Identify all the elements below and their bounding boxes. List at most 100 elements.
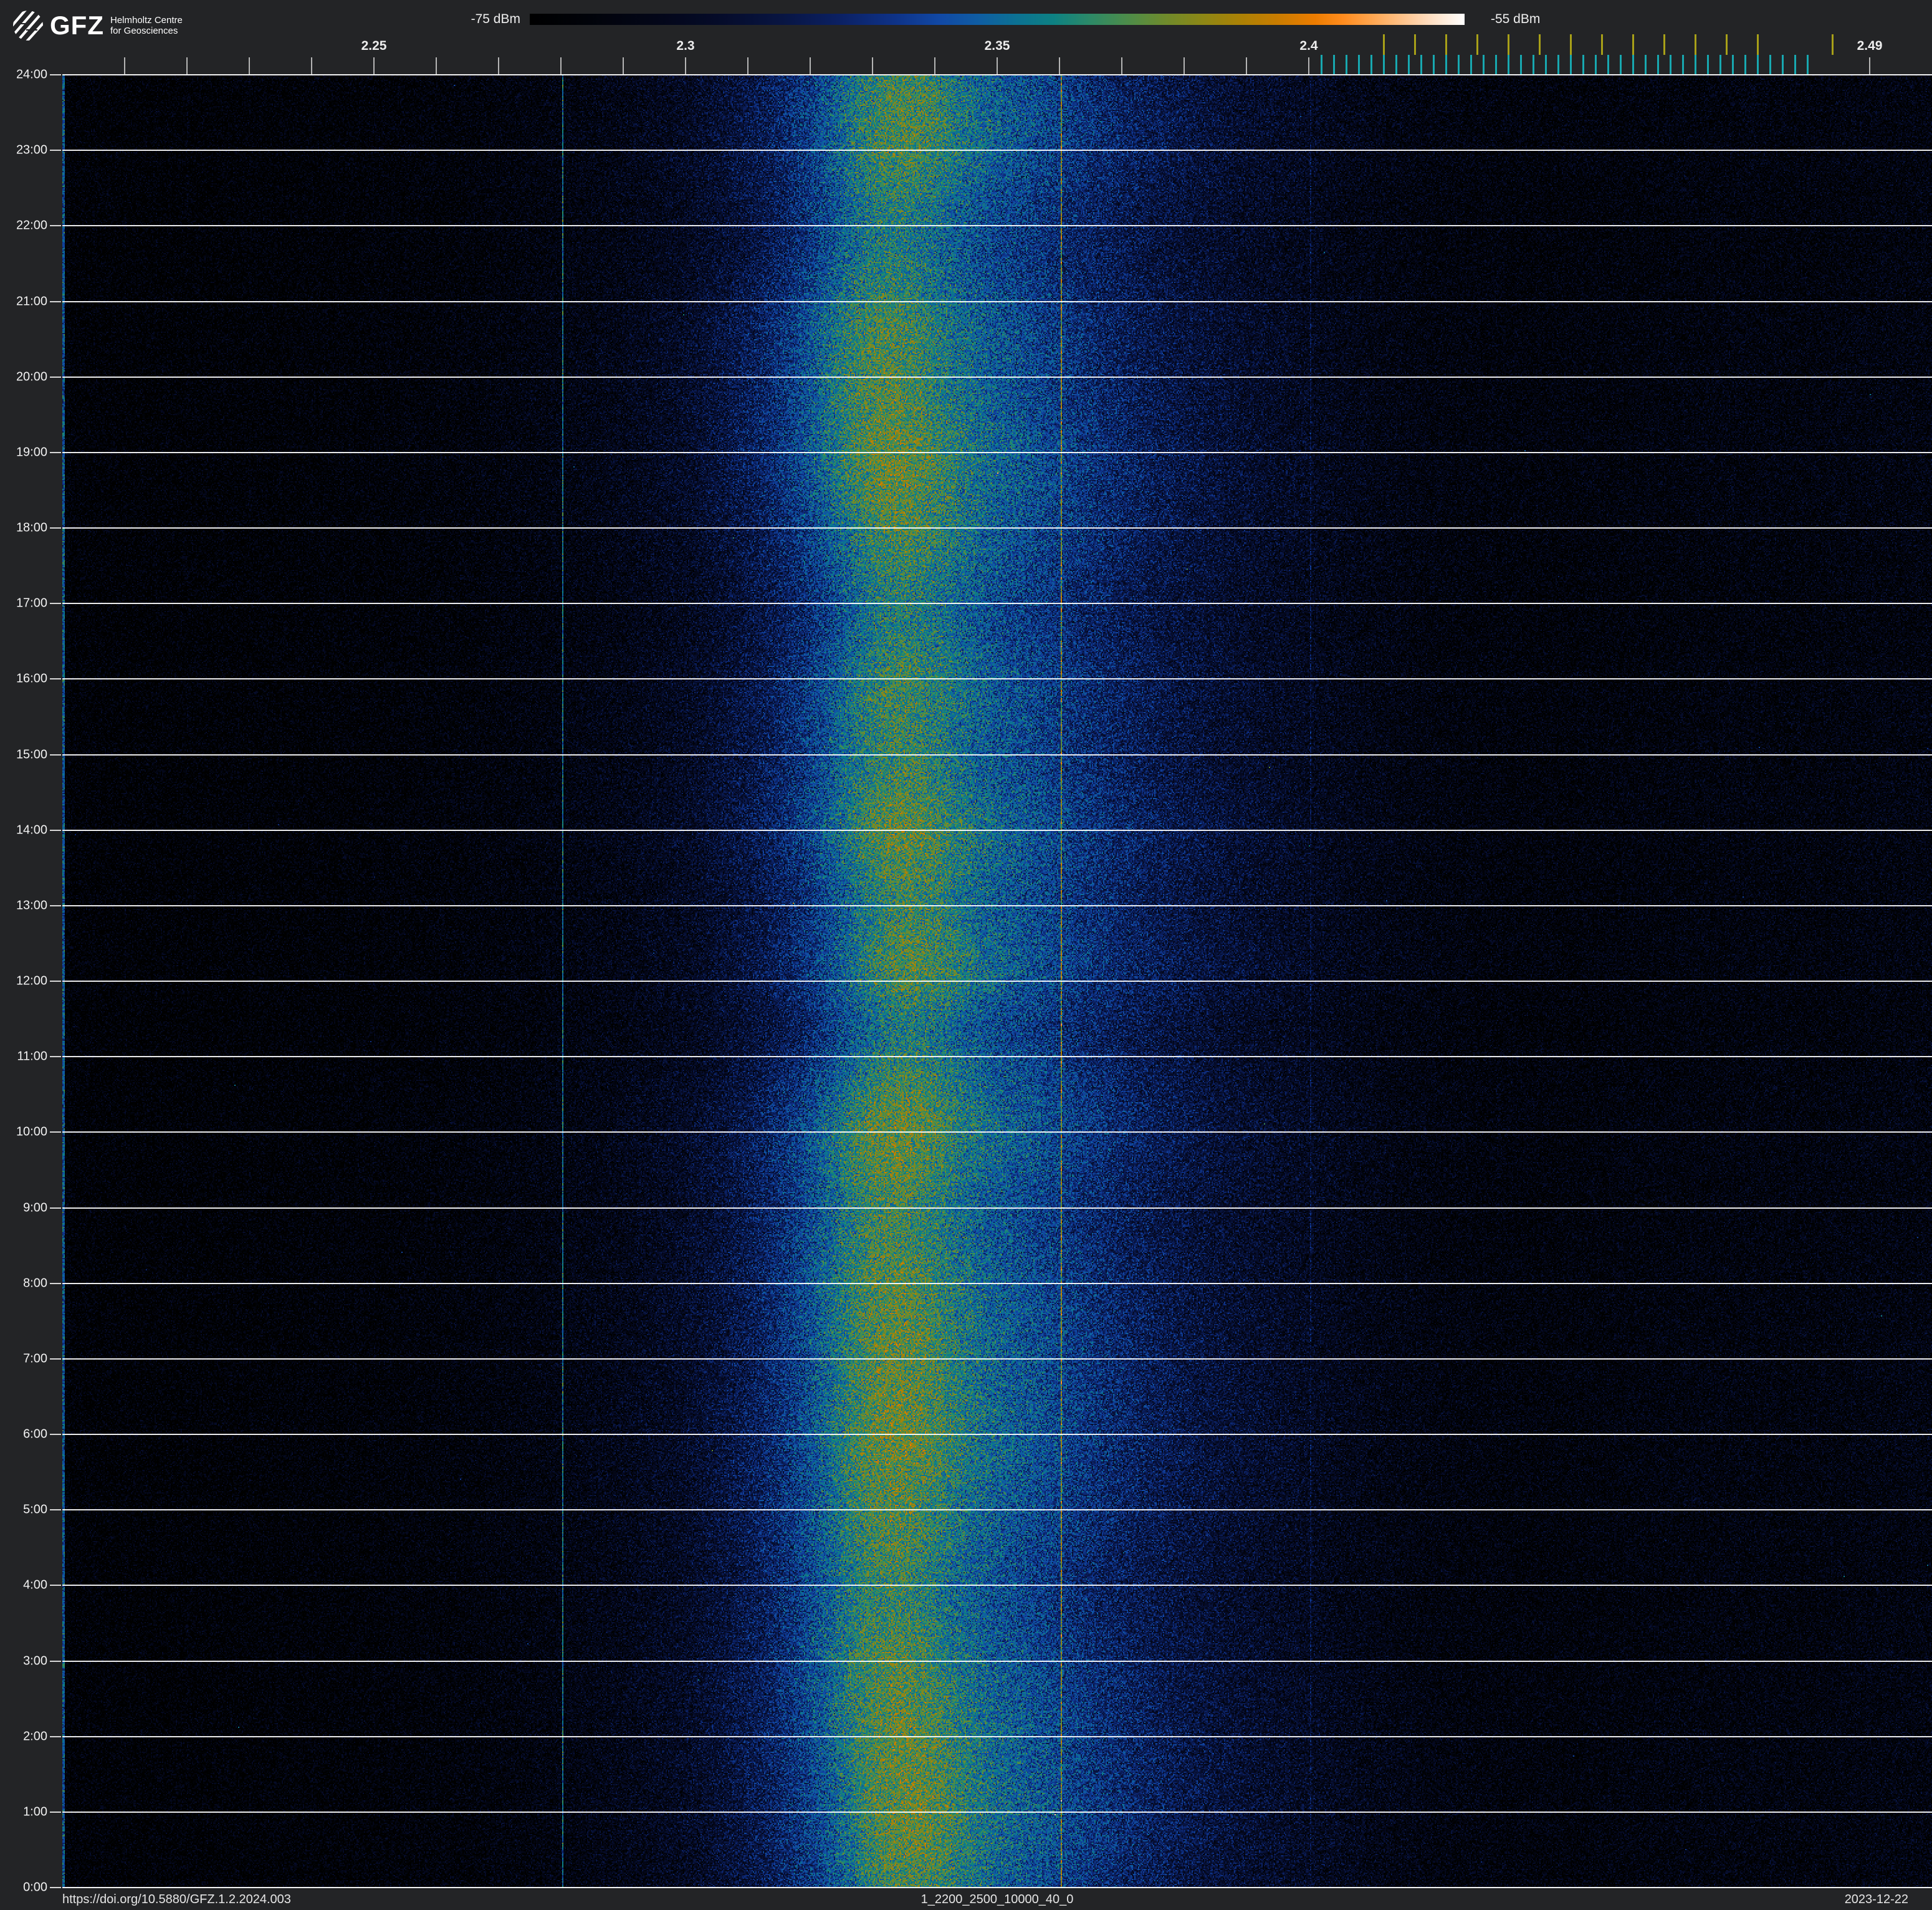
hour-gridline: [62, 754, 1932, 756]
freq-minor-tick: [685, 57, 686, 74]
channel-tick-cyan: [1557, 55, 1559, 74]
time-tick-label: 1:00: [23, 1805, 47, 1819]
channel-tick-cyan: [1395, 55, 1397, 74]
hour-gridline: [62, 981, 1932, 982]
freq-minor-tick: [373, 57, 375, 74]
colorbar-gradient: [530, 14, 1465, 25]
channel-tick-yellow: [1476, 34, 1478, 55]
hour-gridline: [62, 829, 1932, 831]
gfz-logo-mark: [13, 11, 43, 41]
time-tick-label: 23:00: [16, 143, 47, 157]
channel-tick-cyan: [1483, 55, 1485, 74]
tagline-line1: Helmholtz Centre: [110, 15, 183, 26]
channel-tick-cyan: [1807, 55, 1809, 74]
freq-minor-tick: [747, 57, 748, 74]
gfz-logo: GFZ Helmholtz Centre for Geosciences: [12, 10, 183, 41]
channel-tick-cyan: [1333, 55, 1335, 74]
channel-tick-cyan: [1744, 55, 1746, 74]
time-tick-label: 7:00: [23, 1351, 47, 1366]
time-tick-label: 21:00: [16, 294, 47, 308]
channel-tick-yellow: [1632, 34, 1634, 55]
time-tick-dash: [50, 678, 61, 680]
channel-tick-cyan: [1607, 55, 1609, 74]
gfz-logo-tagline: Helmholtz Centre for Geosciences: [110, 15, 183, 36]
channel-tick-cyan: [1570, 55, 1572, 74]
channel-tick-cyan: [1346, 55, 1347, 74]
channel-tick-cyan: [1370, 55, 1372, 74]
hour-gridline: [62, 1811, 1932, 1813]
date-label: 2023-12-22: [1844, 1893, 1908, 1906]
channel-tick-yellow: [1757, 34, 1759, 55]
freq-minor-tick: [997, 57, 998, 74]
channel-tick-cyan: [1358, 55, 1360, 74]
hour-gridline: [62, 1509, 1932, 1511]
channel-tick-yellow: [1726, 34, 1728, 55]
time-tick-label: 12:00: [16, 974, 47, 988]
channel-tick-cyan: [1670, 55, 1671, 74]
channel-tick-cyan: [1657, 55, 1659, 74]
time-tick-label: 16:00: [16, 671, 47, 686]
time-tick-dash: [50, 376, 61, 378]
freq-minor-tick: [124, 57, 125, 74]
hour-gridline: [62, 451, 1932, 453]
freq-tick-label: 2.4: [1299, 39, 1318, 53]
time-tick-label: 18:00: [16, 521, 47, 535]
channel-tick-yellow: [1832, 34, 1834, 55]
channel-tick-cyan: [1707, 55, 1709, 74]
hour-gridline: [62, 1585, 1932, 1586]
colorbar-max-label: -55 dBm: [1491, 12, 1541, 26]
channel-tick-cyan: [1508, 55, 1509, 74]
time-tick-label: 17:00: [16, 596, 47, 610]
time-tick-dash: [50, 1358, 61, 1360]
channel-tick-cyan: [1782, 55, 1784, 74]
time-tick-dash: [50, 981, 61, 982]
channel-tick-cyan: [1533, 55, 1534, 74]
plot-bottom-axis-line: [62, 1887, 1932, 1888]
freq-tick-label: 2.35: [984, 39, 1010, 53]
time-tick-label: 10:00: [16, 1125, 47, 1139]
channel-tick-cyan: [1545, 55, 1547, 74]
freq-minor-tick: [623, 57, 624, 74]
freq-minor-tick: [1869, 57, 1870, 74]
channel-tick-cyan: [1794, 55, 1796, 74]
freq-minor-tick: [560, 57, 562, 74]
time-tick-dash: [50, 1056, 61, 1058]
time-tick-dash: [50, 829, 61, 831]
time-tick-dash: [50, 1735, 61, 1737]
hour-gridline: [62, 1735, 1932, 1737]
time-tick-label: 6:00: [23, 1427, 47, 1441]
time-tick-label: 3:00: [23, 1654, 47, 1668]
time-tick-dash: [50, 1660, 61, 1662]
time-tick-dash: [50, 1131, 61, 1133]
time-tick-label: 5:00: [23, 1502, 47, 1517]
time-tick-label: 14:00: [16, 823, 47, 837]
time-tick-dash: [50, 1282, 61, 1284]
channel-tick-cyan: [1420, 55, 1422, 74]
hour-gridline: [62, 1660, 1932, 1662]
time-tick-dash: [50, 1434, 61, 1435]
time-tick-dash: [50, 74, 61, 75]
channel-tick-yellow: [1508, 34, 1509, 55]
freq-minor-tick: [934, 57, 935, 74]
time-tick-dash: [50, 225, 61, 227]
freq-minor-tick: [436, 57, 437, 74]
channel-tick-yellow: [1539, 34, 1541, 55]
channel-tick-cyan: [1620, 55, 1622, 74]
time-tick-dash: [50, 603, 61, 605]
colorbar-min-label: -75 dBm: [471, 12, 520, 26]
dataset-id-label: 1_2200_2500_10000_40_0: [921, 1893, 1074, 1906]
channel-tick-cyan: [1682, 55, 1684, 74]
hour-gridline: [62, 1056, 1932, 1058]
freq-tick-label: 2.49: [1857, 39, 1883, 53]
channel-tick-cyan: [1383, 55, 1385, 74]
time-tick-dash: [50, 1585, 61, 1586]
channel-tick-cyan: [1458, 55, 1460, 74]
hour-gridline: [62, 1434, 1932, 1435]
channel-tick-cyan: [1719, 55, 1721, 74]
time-tick-label: 15:00: [16, 747, 47, 761]
channel-tick-yellow: [1663, 34, 1665, 55]
channel-tick-cyan: [1433, 55, 1435, 74]
time-tick-dash: [50, 754, 61, 756]
time-tick-dash: [50, 451, 61, 453]
time-tick-label: 2:00: [23, 1729, 47, 1744]
